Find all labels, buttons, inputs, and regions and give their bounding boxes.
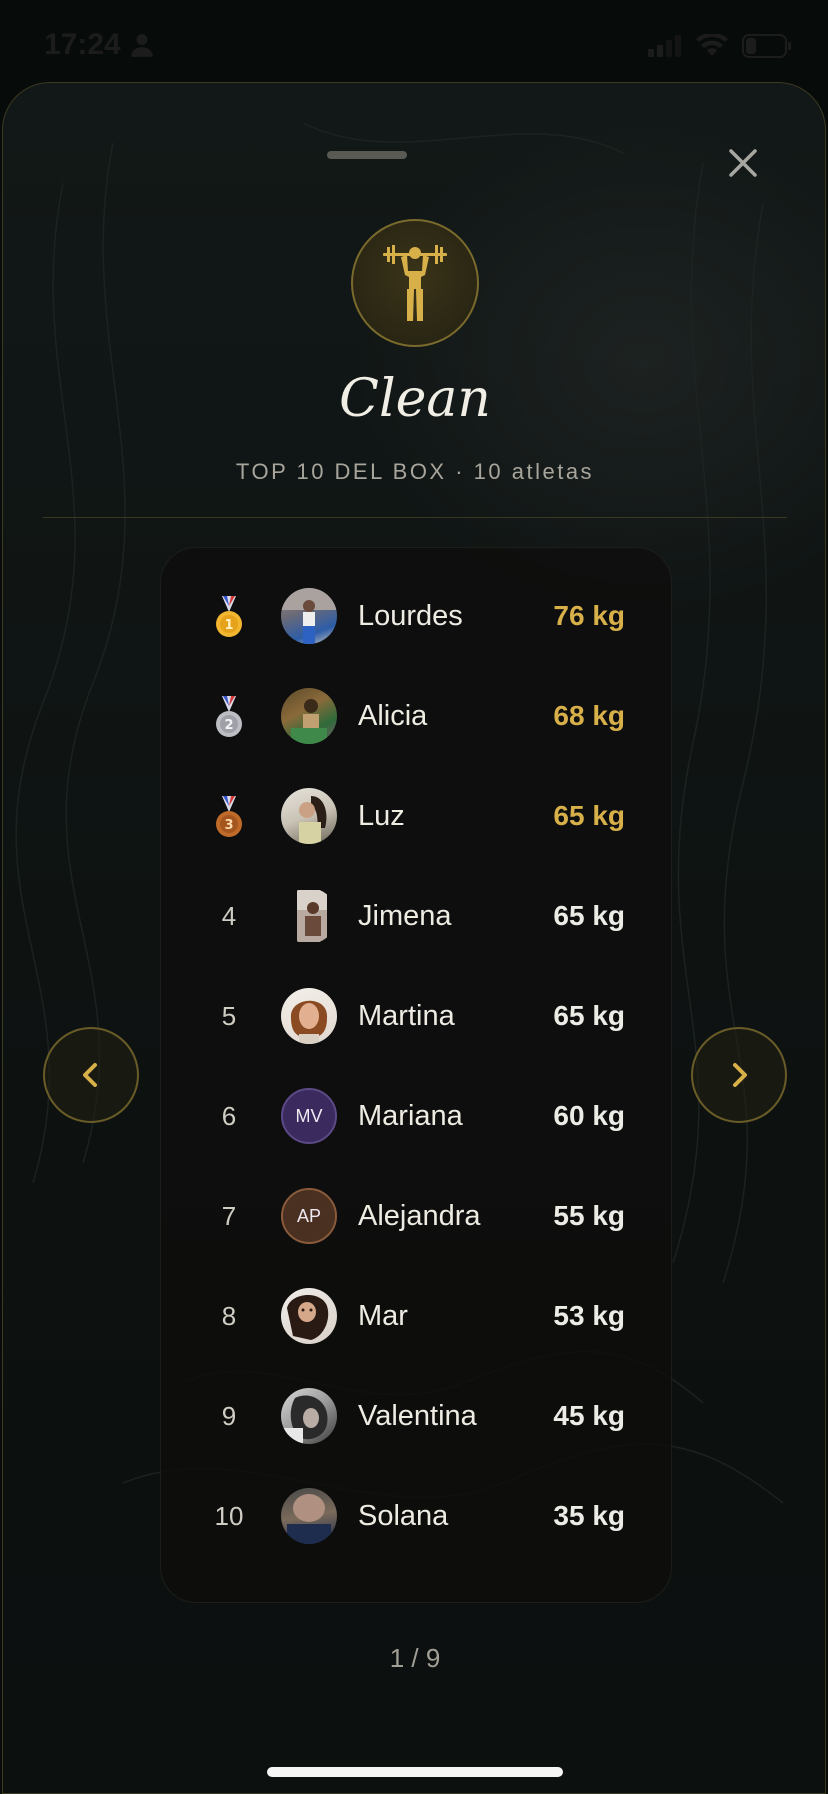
leaderboard-row[interactable]: 3 Luz 65 kg (161, 766, 673, 866)
avatar-initials: MV (281, 1088, 337, 1144)
avatar (281, 1288, 337, 1344)
athlete-name: Mariana (358, 1099, 463, 1132)
athlete-weight: 45 kg (553, 1400, 625, 1431)
close-icon (729, 149, 757, 177)
rank-number: 10 (214, 1500, 244, 1531)
exercise-title: Clean (339, 369, 491, 429)
leaderboard-row[interactable]: 9 Valentina 45 kg (161, 1366, 673, 1466)
athlete-name: Valentina (358, 1399, 477, 1432)
lift-badge (351, 219, 479, 347)
athlete-name: Alicia (358, 699, 428, 732)
rank-number: 6 (221, 1100, 237, 1131)
close-button[interactable] (715, 135, 771, 191)
athlete-name: Solana (358, 1499, 449, 1532)
chevron-right-icon (733, 1063, 747, 1087)
avatar-photo (290, 1000, 328, 1044)
battery-icon (742, 34, 791, 58)
avatar (281, 1488, 337, 1544)
svg-text:2: 2 (224, 718, 233, 733)
leaderboard-row[interactable]: 4 Jimena 65 kg (161, 866, 673, 966)
drag-handle[interactable] (327, 151, 407, 159)
athlete-weight: 60 kg (553, 1100, 625, 1131)
avatar-initials: AP (281, 1188, 337, 1244)
cellular-signal-icon (648, 35, 681, 57)
previous-exercise-button[interactable] (43, 1027, 139, 1123)
athlete-weight: 65 kg (553, 900, 625, 931)
athlete-weight: 53 kg (553, 1300, 625, 1331)
leaderboard-row[interactable]: 6 MV Mariana 60 kg (161, 1066, 673, 1166)
avatar (281, 1388, 337, 1444)
athlete-weight: 35 kg (553, 1500, 625, 1531)
svg-text:1: 1 (224, 618, 233, 633)
athlete-weight: 55 kg (553, 1200, 625, 1231)
rank-number: 4 (221, 900, 237, 931)
wifi-icon (696, 34, 728, 56)
status-time: 17:24 (44, 28, 155, 62)
athlete-name: Jimena (358, 899, 452, 932)
chevron-left-icon (83, 1063, 97, 1087)
avatar (281, 688, 337, 744)
status-bar: 17:24 (0, 0, 828, 80)
status-time-text: 17:24 (44, 28, 121, 61)
leaderboard-row[interactable]: 10 Solana 35 kg (161, 1466, 673, 1566)
rank-number: 8 (221, 1300, 237, 1331)
athlete-weight: 76 kg (553, 600, 625, 631)
avatar-photo (299, 796, 327, 844)
leaderboard-row[interactable]: 8 Mar 53 kg (161, 1266, 673, 1366)
rank-number: 9 (221, 1400, 237, 1431)
avatar-photo (281, 588, 337, 644)
athlete-weight: 65 kg (553, 1000, 625, 1031)
avatar (281, 888, 337, 944)
rank-number: 7 (221, 1200, 237, 1231)
avatar-photo (287, 1294, 329, 1340)
athlete-name: Martina (358, 999, 455, 1032)
avatar (281, 788, 337, 844)
weightlifter-icon (383, 245, 447, 321)
athlete-weight: 68 kg (553, 700, 625, 731)
leaderboard-card: 1 Lourdes 76 kg 2 Alicia 68 kg 3 Luz 65 … (160, 547, 672, 1603)
bronze-medal-icon: 3 (216, 796, 242, 837)
leaderboard-subtitle: TOP 10 DEL BOX · 10 atletas (235, 459, 595, 484)
next-exercise-button[interactable] (691, 1027, 787, 1123)
leaderboard-row[interactable]: 1 Lourdes 76 kg (161, 566, 673, 666)
avatar-photo (297, 890, 327, 942)
rank-number: 5 (221, 1000, 237, 1031)
person-icon (130, 34, 153, 57)
avatar-photo (287, 1494, 331, 1544)
avatar-photo (291, 699, 327, 744)
divider (43, 517, 787, 518)
home-indicator[interactable] (267, 1767, 563, 1777)
silver-medal-icon: 2 (216, 696, 242, 737)
leaderboard-row[interactable]: 7 AP Alejandra 55 kg (161, 1166, 673, 1266)
athlete-name: Mar (358, 1299, 408, 1332)
leaderboard-row[interactable]: 5 Martina 65 kg (161, 966, 673, 1066)
page-indicator: 1 / 9 (389, 1643, 441, 1673)
avatar-photo (281, 1395, 328, 1444)
athlete-weight: 65 kg (553, 800, 625, 831)
leaderboard-sheet: Clean TOP 10 DEL BOX · 10 atletas 1 Lour… (2, 82, 826, 1794)
svg-text:3: 3 (224, 818, 233, 833)
athlete-name: Luz (358, 799, 405, 832)
avatar (281, 988, 337, 1044)
gold-medal-icon: 1 (216, 596, 242, 637)
athlete-name: Lourdes (358, 599, 463, 632)
avatar (281, 588, 337, 644)
status-icons (648, 34, 792, 58)
leaderboard-row[interactable]: 2 Alicia 68 kg (161, 666, 673, 766)
athlete-name: Alejandra (358, 1199, 481, 1232)
